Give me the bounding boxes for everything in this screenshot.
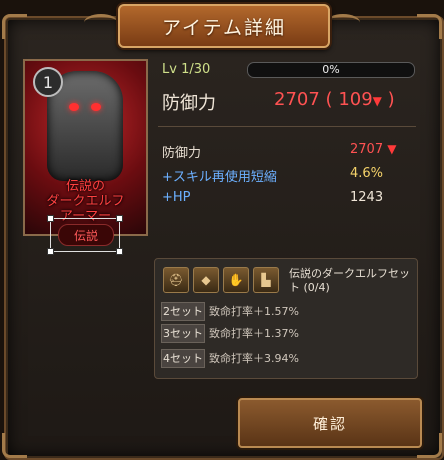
set-bonus-panel: ⛑ ◆ ✋ ▙ 伝説のダークエルフセット (0/4) 2セット 致命打率＋1.57… [154, 258, 418, 379]
armor-eye [91, 103, 101, 111]
decrease-arrow-icon: ▼ [387, 142, 397, 156]
selection-handle [47, 248, 54, 255]
divider [158, 126, 416, 127]
item-name-line: 伝説の [65, 179, 105, 194]
frame-corner-ornament [2, 433, 27, 458]
item-count-badge: 1 [33, 67, 63, 97]
armor-icon: ◆ [193, 267, 219, 293]
stat-label: +スキル再使用短縮 [162, 170, 277, 185]
level-progress-text: 0% [322, 63, 340, 76]
set-count-tag: 3セット [161, 324, 205, 343]
item-card: 1 伝説の ダークエルフ アーマー [23, 59, 148, 236]
frame-corner-ornament [417, 14, 442, 39]
stat-value: 2707 ▼ [350, 142, 396, 157]
set-count-tag: 4セット [161, 349, 205, 368]
selection-handle [116, 248, 123, 255]
confirm-button[interactable]: 確認 [238, 398, 422, 448]
set-bonus-text: 致命打率＋1.37% [209, 327, 299, 340]
set-title: 伝説のダークエルフセット (0/4) [289, 267, 410, 294]
level-progress-bar: 0% [247, 62, 415, 78]
stat-label: +HP [162, 190, 191, 205]
decrease-arrow-icon: ▼ [372, 94, 382, 108]
armor-eye [69, 103, 79, 111]
set-bonus-text: 致命打率＋1.57% [209, 305, 299, 318]
main-stat-number: 2707 [274, 89, 320, 110]
stat-value-number: 4.6% [350, 166, 384, 181]
selection-handle [47, 215, 54, 222]
boots-icon: ▙ [253, 267, 279, 293]
main-stat-value: 2707 ( 109▼ ) [274, 89, 395, 110]
helmet-icon: ⛑ [163, 267, 189, 293]
set-bonus-line: 4セット 致命打率＋3.94% [161, 348, 411, 368]
gloves-icon: ✋ [223, 267, 249, 293]
main-stat-label: 防御力 [162, 93, 216, 114]
stat-value-number: 1243 [350, 190, 384, 205]
main-stat-delta: 109 [338, 89, 373, 110]
set-bonus-line: 2セット 致命打率＋1.57% [161, 301, 411, 321]
dialog-title: アイテム詳細 [118, 4, 330, 48]
stat-value: 1243 [350, 190, 383, 205]
rarity-label: 伝説 [58, 224, 114, 246]
main-stat-paren: ) [387, 89, 395, 110]
selection-handle [116, 215, 123, 222]
set-count-tag: 2セット [161, 302, 205, 321]
set-bonus-line: 3セット 致命打率＋1.37% [161, 323, 411, 343]
rarity-badge[interactable]: 伝説 [47, 215, 123, 255]
item-name-line: ダークエルフ [46, 194, 125, 209]
main-stat-paren: ( [325, 89, 333, 110]
stat-label: 防御力 [162, 146, 202, 161]
set-bonus-text: 致命打率＋3.94% [209, 352, 299, 365]
stat-value-number: 2707 [350, 142, 384, 157]
title-ornament [326, 14, 360, 31]
title-ornament [84, 14, 118, 31]
stat-value: 4.6% [350, 166, 383, 181]
frame-corner-ornament [2, 14, 27, 39]
item-level: Lv 1/30 [162, 62, 211, 77]
